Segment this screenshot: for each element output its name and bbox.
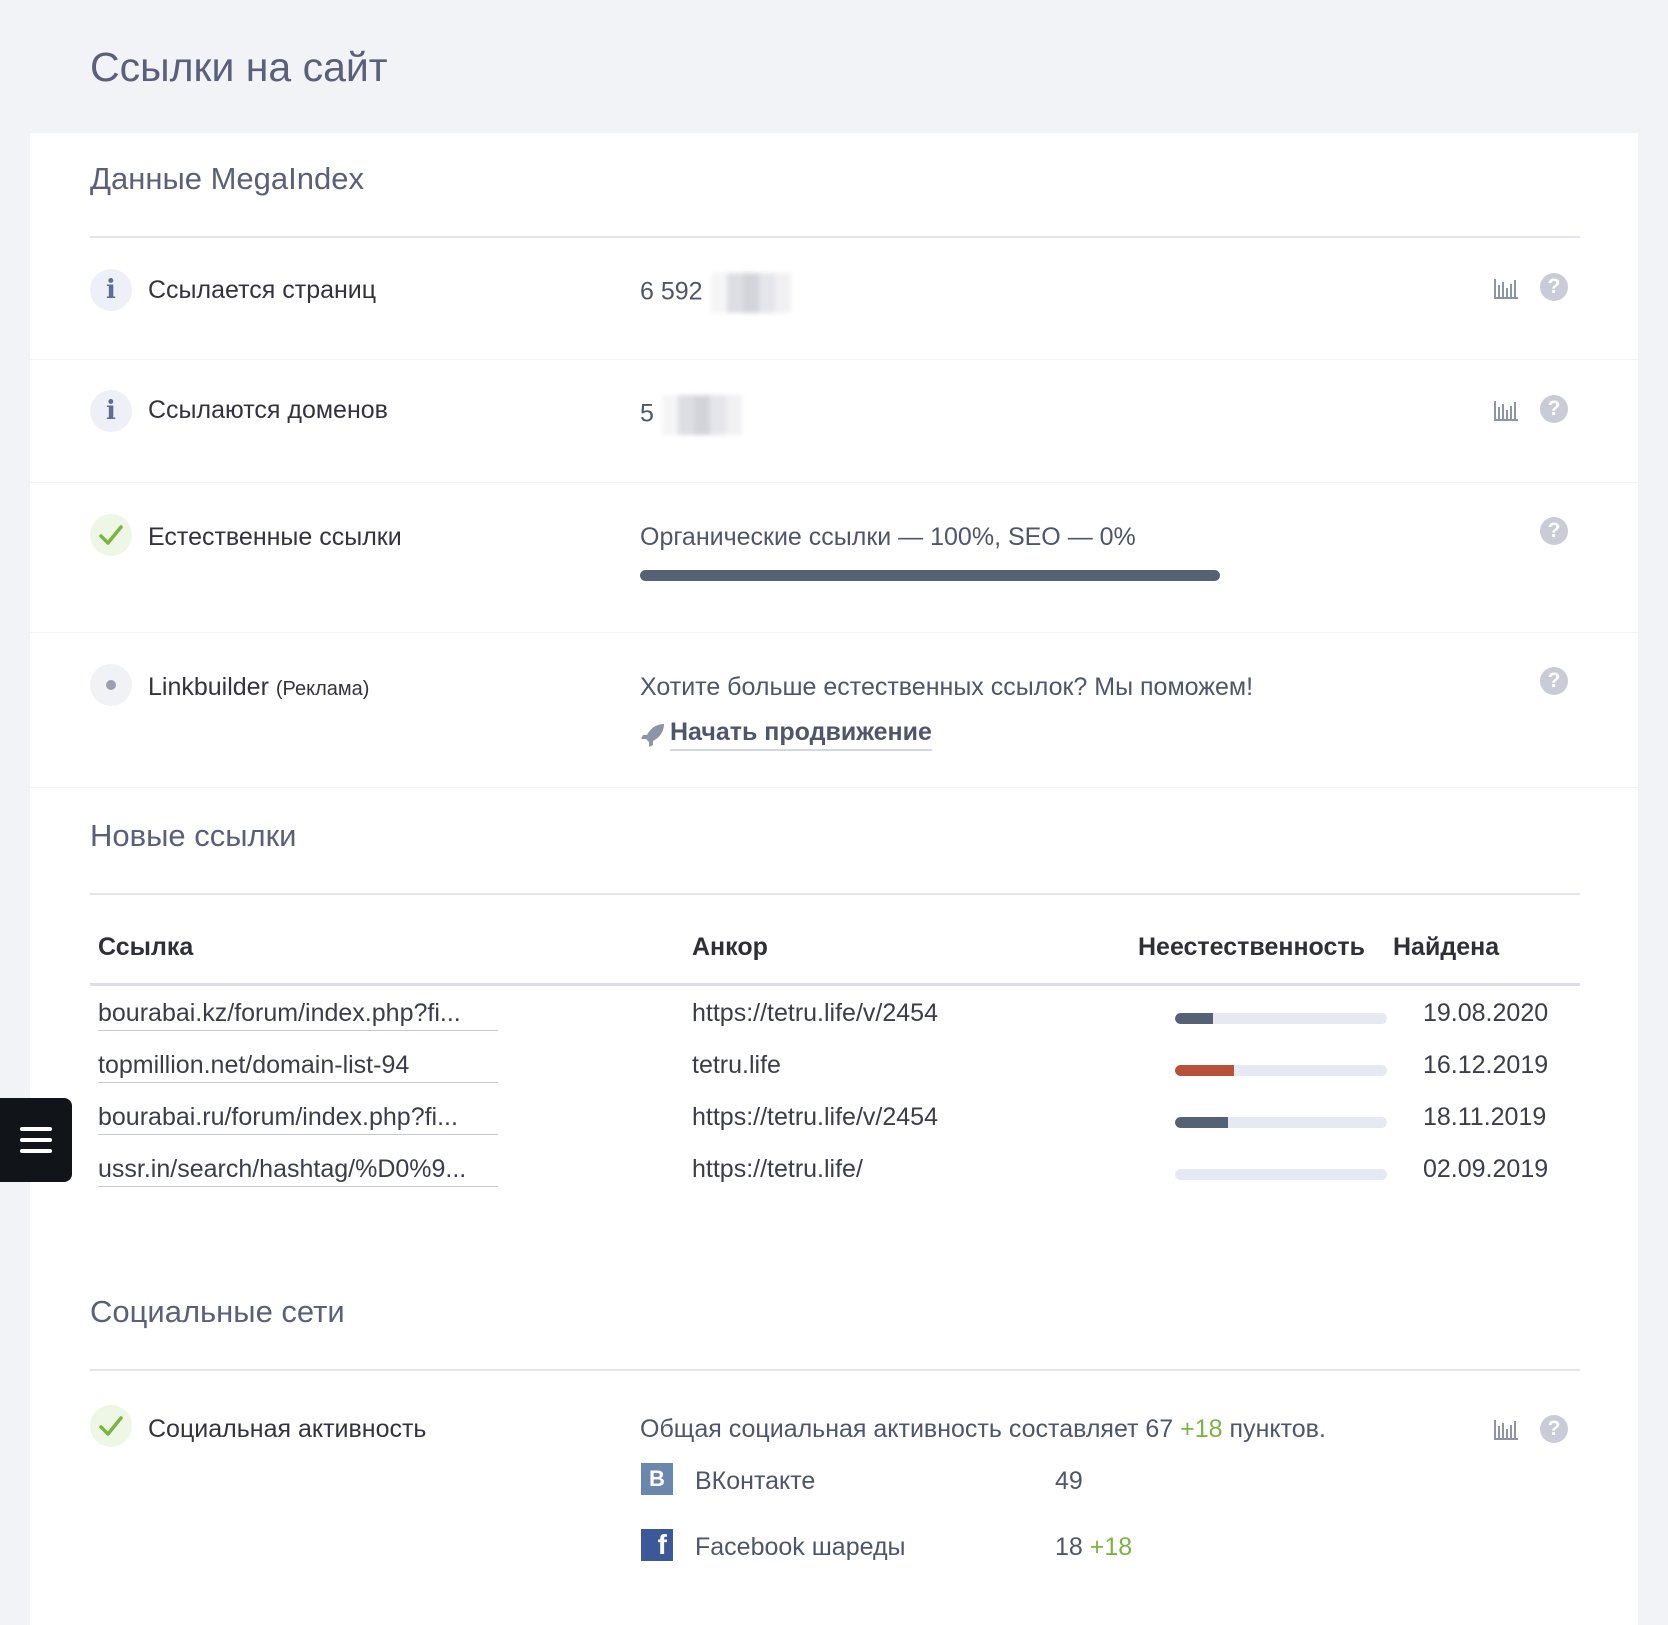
ad-note: (Реклама) bbox=[275, 678, 370, 700]
help-icon[interactable]: ? bbox=[1540, 667, 1568, 695]
anchor-text: https://tetru.life/v/2454 bbox=[692, 1103, 938, 1131]
anchor-text: https://tetru.life/v/2454 bbox=[692, 999, 938, 1027]
backlink-url[interactable]: ussr.in/search/hashtag/%D0%9... bbox=[98, 1155, 498, 1187]
help-icon[interactable]: ? bbox=[1540, 395, 1568, 423]
page-title: Ссылки на сайт bbox=[90, 44, 388, 90]
natural-links-value: Органические ссылки — 100%, SEO — 0% bbox=[640, 523, 1136, 551]
pages-label: Ссылается страниц bbox=[148, 276, 377, 304]
column-header-found: Найдена bbox=[1393, 933, 1500, 961]
help-icon[interactable]: ? bbox=[1540, 517, 1568, 545]
facebook-label: Facebook шареды bbox=[695, 1533, 906, 1561]
facebook-count-value: 18 bbox=[1055, 1533, 1083, 1561]
unnatural-bar bbox=[1175, 1065, 1387, 1076]
bar-chart-icon[interactable] bbox=[1493, 1418, 1519, 1442]
found-date: 02.09.2019 bbox=[1423, 1155, 1549, 1183]
new-links-section-title: Новые ссылки bbox=[90, 818, 297, 853]
table-row: topmillion.net/domain-list-94 tetru.life… bbox=[90, 1051, 1580, 1101]
social-summary: Общая социальная активность составляет 6… bbox=[640, 1415, 1326, 1444]
unnatural-bar bbox=[1175, 1169, 1387, 1180]
backlink-url[interactable]: bourabai.ru/forum/index.php?fi... bbox=[98, 1103, 498, 1135]
hamburger-icon-line bbox=[20, 1127, 52, 1131]
column-header-unnatural: Неестественность bbox=[1138, 933, 1366, 961]
found-date: 16.12.2019 bbox=[1423, 1051, 1549, 1079]
content-card: Данные MegaIndex i Ссылается страниц 6 5… bbox=[30, 133, 1638, 1625]
unnatural-bar-fill bbox=[1175, 1117, 1228, 1128]
blurred-value bbox=[661, 395, 742, 435]
natural-links-label: Естественные ссылки bbox=[148, 523, 402, 551]
table-row: bourabai.ru/forum/index.php?fi... https:… bbox=[90, 1103, 1580, 1153]
check-icon bbox=[90, 1405, 132, 1447]
social-section-title: Социальные сети bbox=[90, 1294, 345, 1329]
section-divider bbox=[90, 236, 1580, 238]
section-divider bbox=[90, 893, 1580, 895]
pages-value: 6 592 bbox=[640, 273, 791, 313]
social-summary-delta: +18 bbox=[1180, 1415, 1223, 1443]
blurred-value bbox=[710, 273, 791, 313]
unnatural-bar-fill bbox=[1175, 1065, 1235, 1076]
row-divider bbox=[30, 482, 1638, 483]
found-date: 18.11.2019 bbox=[1423, 1103, 1547, 1131]
unnatural-bar bbox=[1175, 1117, 1387, 1128]
facebook-count-delta: +18 bbox=[1089, 1533, 1133, 1561]
linkbuilder-label: Linkbuilder (Реклама) bbox=[148, 673, 369, 702]
facebook-count: 18 +18 bbox=[1055, 1533, 1132, 1562]
domains-label: Ссылаются доменов bbox=[148, 396, 388, 424]
domains-count: 5 bbox=[640, 399, 654, 428]
social-summary-suffix: пунктов. bbox=[1229, 1415, 1326, 1443]
row-divider bbox=[30, 787, 1638, 788]
facebook-icon: f bbox=[641, 1529, 673, 1561]
anchor-text: https://tetru.life/ bbox=[692, 1155, 863, 1183]
linkbuilder-text: Хотите больше естественных ссылок? Мы по… bbox=[640, 673, 1254, 701]
hamburger-icon-line bbox=[20, 1149, 52, 1153]
help-icon[interactable]: ? bbox=[1540, 1415, 1568, 1443]
column-header-anchor: Анкор bbox=[692, 933, 768, 961]
table-row: bourabai.kz/forum/index.php?fi... https:… bbox=[90, 999, 1580, 1049]
domains-value: 5 bbox=[640, 395, 742, 435]
bullet-icon bbox=[90, 664, 132, 706]
info-icon: i bbox=[90, 390, 132, 432]
rocket-icon bbox=[641, 724, 664, 747]
unnatural-bar-fill bbox=[1175, 1013, 1214, 1024]
bar-chart-icon[interactable] bbox=[1493, 277, 1519, 301]
unnatural-bar bbox=[1175, 1013, 1387, 1024]
column-header-link: Ссылка bbox=[98, 933, 194, 961]
vk-icon: B bbox=[641, 1463, 673, 1495]
table-header-divider bbox=[90, 983, 1580, 986]
hamburger-icon-line bbox=[20, 1138, 52, 1142]
bar-chart-icon[interactable] bbox=[1493, 399, 1519, 423]
vk-label: ВКонтакте bbox=[695, 1467, 816, 1495]
info-icon: i bbox=[90, 269, 132, 311]
vk-count-value: 49 bbox=[1055, 1467, 1083, 1495]
section-divider bbox=[90, 1369, 1580, 1371]
vk-count: 49 bbox=[1055, 1467, 1083, 1496]
backlink-url[interactable]: topmillion.net/domain-list-94 bbox=[98, 1051, 498, 1083]
start-promotion-link[interactable]: Начать продвижение bbox=[670, 718, 932, 751]
backlink-url[interactable]: bourabai.kz/forum/index.php?fi... bbox=[98, 999, 498, 1031]
row-divider bbox=[30, 359, 1638, 360]
table-row: ussr.in/search/hashtag/%D0%9... https://… bbox=[90, 1155, 1580, 1205]
megaindex-section-title: Данные MegaIndex bbox=[90, 161, 364, 196]
social-activity-label: Социальная активность bbox=[148, 1415, 427, 1443]
help-icon[interactable]: ? bbox=[1540, 273, 1568, 301]
social-summary-prefix: Общая социальная активность составляет 6… bbox=[640, 1415, 1174, 1443]
found-date: 19.08.2020 bbox=[1423, 999, 1549, 1027]
organic-progress-bar bbox=[640, 570, 1220, 581]
row-divider bbox=[30, 632, 1638, 633]
pages-count: 6 592 bbox=[640, 277, 703, 306]
linkbuilder-name: Linkbuilder bbox=[148, 673, 269, 701]
check-icon bbox=[90, 514, 132, 556]
anchor-text: tetru.life bbox=[692, 1051, 781, 1079]
menu-button[interactable] bbox=[0, 1098, 72, 1182]
